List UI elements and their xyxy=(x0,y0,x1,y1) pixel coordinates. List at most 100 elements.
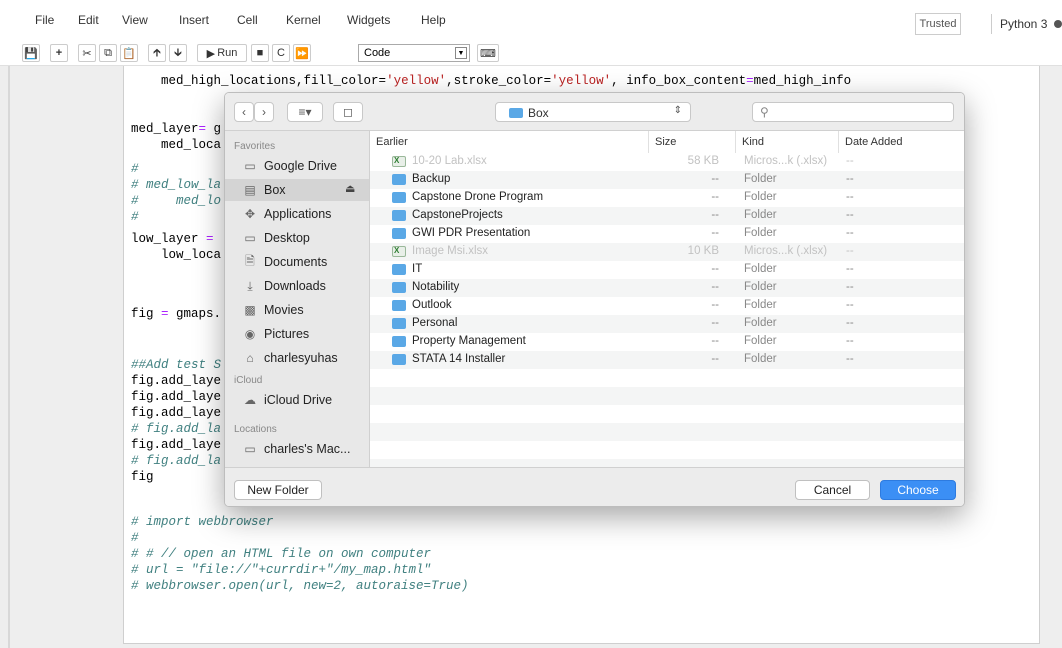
sidebar-item-movies[interactable]: ▩ Movies xyxy=(225,299,369,321)
command-palette-button[interactable]: ⌨ xyxy=(477,44,499,62)
sidebar-section-locations: Locations xyxy=(234,424,277,435)
column-kind[interactable]: Kind xyxy=(736,131,839,153)
restart-run-all-button[interactable]: ⏩ xyxy=(293,44,311,62)
menu-file[interactable]: File xyxy=(35,13,54,27)
file-name: 10-20 Lab.xlsx xyxy=(412,155,487,167)
folder-icon xyxy=(509,108,523,118)
list-view-icon: ≡▾ xyxy=(298,105,312,119)
code-line: fig.add_laye xyxy=(131,374,222,388)
copy-icon: ⧉ xyxy=(104,46,112,59)
sidebar-item-applications[interactable]: ✥ Applications xyxy=(225,203,369,225)
search-icon: ⚲ xyxy=(760,105,769,119)
chevron-updown-icon: ⇕ xyxy=(673,105,682,116)
cell-type-select[interactable]: Code ▼ xyxy=(358,44,470,62)
cancel-button[interactable]: Cancel xyxy=(795,480,870,500)
file-kind: Folder xyxy=(744,317,777,329)
folder-icon xyxy=(392,174,406,185)
view-options-button[interactable]: ≡▾ xyxy=(287,102,323,122)
file-name: STATA 14 Installer xyxy=(412,353,506,365)
menu-edit[interactable]: Edit xyxy=(78,13,99,27)
file-row: 10-20 Lab.xlsx 58 KB Micros...k (.xlsx) -- xyxy=(370,153,964,171)
file-date-added: -- xyxy=(846,299,854,311)
file-kind: Micros...k (.xlsx) xyxy=(744,155,828,167)
file-row[interactable]: Capstone Drone Program -- Folder -- xyxy=(370,189,964,207)
paste-icon: 📋 xyxy=(122,47,136,60)
file-row[interactable]: GWI PDR Presentation -- Folder -- xyxy=(370,225,964,243)
empty-row xyxy=(370,459,964,467)
menu-kernel[interactable]: Kernel xyxy=(286,13,321,27)
column-size[interactable]: Size xyxy=(649,131,736,153)
add-cell-button[interactable]: + xyxy=(50,44,68,62)
kernel-name[interactable]: Python 3 xyxy=(1000,17,1047,31)
sidebar: Favorites ▭ Google Drive ▤ Box ⏏ ✥ Applicati… xyxy=(225,131,370,467)
movies-icon: ▩ xyxy=(244,303,256,317)
sidebar-item-mac[interactable]: ▭ charles's Mac... xyxy=(225,438,369,460)
sidebar-item-icloud-drive[interactable]: ☁ iCloud Drive xyxy=(225,389,369,411)
forward-button[interactable]: › xyxy=(254,102,274,122)
file-name: CapstoneProjects xyxy=(412,209,503,221)
sidebar-item-box[interactable]: ▤ Box ⏏ xyxy=(225,179,369,201)
file-row[interactable]: Property Management -- Folder -- xyxy=(370,333,964,351)
new-folder-button[interactable]: New Folder xyxy=(234,480,322,500)
location-popup[interactable]: Box ⇕ xyxy=(495,102,691,122)
sidebar-item-home[interactable]: ⌂ charlesyuhas xyxy=(225,347,369,369)
save-icon: 💾 xyxy=(24,47,38,60)
menu-view[interactable]: View xyxy=(122,13,148,27)
move-down-button[interactable]: 🡳 xyxy=(169,44,187,62)
file-row[interactable]: Personal -- Folder -- xyxy=(370,315,964,333)
file-row[interactable]: IT -- Folder -- xyxy=(370,261,964,279)
file-size: -- xyxy=(711,281,719,293)
file-kind: Folder xyxy=(744,335,777,347)
menu-insert[interactable]: Insert xyxy=(179,13,209,27)
back-button[interactable]: ‹ xyxy=(234,102,254,122)
move-up-button[interactable]: 🡱 xyxy=(148,44,166,62)
move-up-icon: 🡱 xyxy=(153,46,161,59)
choose-button[interactable]: Choose xyxy=(880,480,956,500)
cut-button[interactable]: ✂ xyxy=(78,44,96,62)
column-date-added[interactable]: Date Added xyxy=(839,131,964,153)
file-date-added: -- xyxy=(846,155,854,167)
file-kind: Folder xyxy=(744,281,777,293)
file-name: Outlook xyxy=(412,299,452,311)
copy-button[interactable]: ⧉ xyxy=(99,44,117,62)
file-row[interactable]: STATA 14 Installer -- Folder -- xyxy=(370,351,964,369)
file-date-added: -- xyxy=(846,335,854,347)
sidebar-item-pictures[interactable]: ◉ Pictures xyxy=(225,323,369,345)
code-line: # xyxy=(131,210,139,224)
stop-icon: ■ xyxy=(256,47,264,59)
stop-button[interactable]: ■ xyxy=(251,44,269,62)
sidebar-item-desktop[interactable]: ▭ Desktop xyxy=(225,227,369,249)
sidebar-item-documents[interactable]: 🗎 Documents xyxy=(225,251,369,273)
kernel-status-icon xyxy=(1054,20,1062,28)
menu-help[interactable]: Help xyxy=(421,13,446,27)
save-button[interactable]: 💾 xyxy=(22,44,40,62)
file-row: Image Msi.xlsx 10 KB Micros...k (.xlsx) -- xyxy=(370,243,964,261)
code-line: # xyxy=(131,531,139,545)
file-row[interactable]: CapstoneProjects -- Folder -- xyxy=(370,207,964,225)
sidebar-item-google-drive[interactable]: ▭ Google Drive xyxy=(225,155,369,177)
file-date-added: -- xyxy=(846,281,854,293)
new-folder-toolbar-button[interactable]: ◻ xyxy=(333,102,363,122)
sidebar-item-downloads[interactable]: ⤓ Downloads xyxy=(225,275,369,297)
file-row[interactable]: Backup -- Folder -- xyxy=(370,171,964,189)
search-input[interactable]: ⚲ xyxy=(752,102,954,122)
file-row[interactable]: Notability -- Folder -- xyxy=(370,279,964,297)
column-name[interactable]: Earlier xyxy=(370,131,649,153)
menu-cell[interactable]: Cell xyxy=(237,13,258,27)
notebook-toolbar: 💾 + ✂ ⧉ 📋 🡱 🡳 ▶ Run ■ C ⏩ Code ▼ ⌨ xyxy=(0,36,1062,66)
file-row[interactable]: Outlook -- Folder -- xyxy=(370,297,964,315)
cell-type-value: Code xyxy=(364,47,391,59)
folder-icon xyxy=(392,318,406,329)
location-label: Box xyxy=(528,106,549,120)
menu-bar: File Edit View Insert Cell Kernel Widget… xyxy=(0,0,1062,36)
file-date-added: -- xyxy=(846,227,854,239)
restart-button[interactable]: C xyxy=(272,44,290,62)
file-kind: Folder xyxy=(744,209,777,221)
menu-widgets[interactable]: Widgets xyxy=(347,13,390,27)
eject-icon[interactable]: ⏏ xyxy=(345,182,355,195)
run-button[interactable]: ▶ Run xyxy=(197,44,247,62)
folder-icon xyxy=(392,300,406,311)
paste-button[interactable]: 📋 xyxy=(120,44,138,62)
trusted-indicator[interactable]: Trusted xyxy=(915,13,961,35)
file-date-added: -- xyxy=(846,353,854,365)
